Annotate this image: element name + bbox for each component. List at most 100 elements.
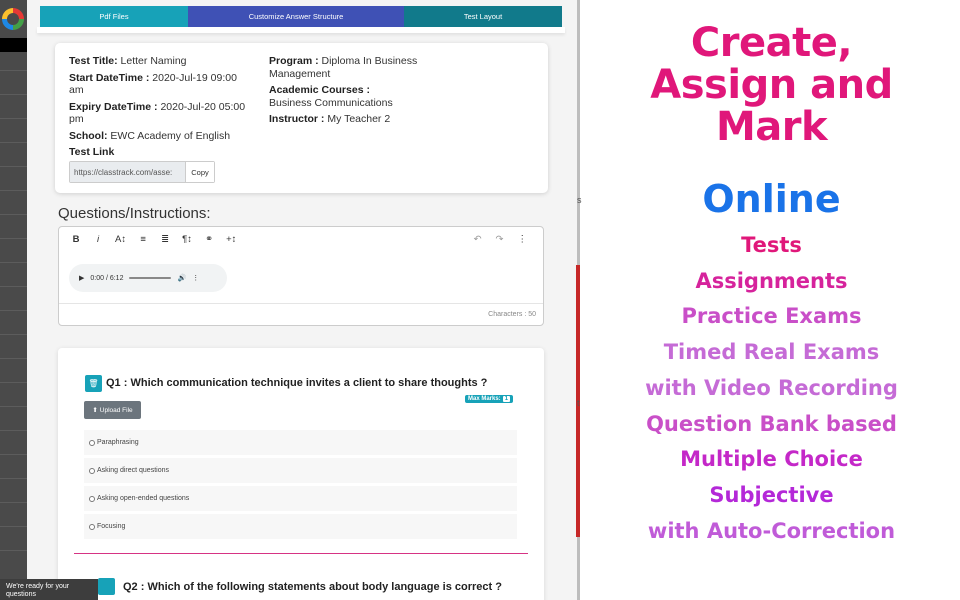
promo-item: Question Bank based <box>646 411 897 436</box>
test-title-value: Letter Naming <box>120 55 187 67</box>
promo-item: Multiple Choice <box>680 447 863 472</box>
questions-heading: Questions/Instructions: <box>58 205 211 222</box>
test-title-label: Test Title: <box>69 55 118 67</box>
redo-icon[interactable]: ↷ <box>496 234 504 245</box>
trash-icon[interactable]: 🗑 <box>85 375 102 392</box>
undo-icon[interactable]: ↶ <box>474 234 482 245</box>
program-row: Program : Diploma In Business Management <box>269 55 419 80</box>
school-row: School: EWC Academy of English <box>69 130 251 143</box>
font-size-button[interactable]: A↕ <box>115 234 126 245</box>
promo-item: Tests <box>741 233 802 257</box>
audio-player[interactable]: ▶ 0:00 / 6:12 🔊 ⋮ <box>69 264 227 292</box>
chat-widget-line2: questions <box>6 591 36 598</box>
promo-feature-list: Tests Assignments Practice Exams Timed R… <box>583 228 960 549</box>
expiry-datetime-label: Expiry DateTime : <box>69 100 158 113</box>
italic-button[interactable]: i <box>93 234 103 245</box>
option-paraphrasing[interactable]: Paraphrasing <box>84 430 517 455</box>
editor-toolbar: B i A↕ ≡ ≣ ¶↕ ⚭ +↕ <box>71 234 237 245</box>
classtrack-logo-icon[interactable] <box>2 8 24 30</box>
bold-button[interactable]: B <box>71 234 81 245</box>
start-datetime-label: Start DateTime : <box>69 71 150 84</box>
test-link-label: Test Link <box>69 146 115 158</box>
insert-more-button[interactable]: +↕ <box>226 234 236 245</box>
more-options-icon[interactable]: ⋮ <box>518 234 528 245</box>
promo-item: Timed Real Exams <box>663 340 880 365</box>
paragraph-format-button[interactable]: ¶↕ <box>182 234 192 245</box>
question-2-number: Q2 <box>123 580 138 593</box>
max-marks-label: Max Marks: <box>468 396 501 402</box>
radio-icon[interactable] <box>89 467 95 474</box>
promo-title: Create, Assign and Mark <box>583 22 960 148</box>
academic-courses-label: Academic Courses : <box>269 84 370 96</box>
edge-letter: t <box>577 398 580 408</box>
option-focusing[interactable]: Focusing <box>84 514 517 539</box>
test-info-left: Test Title: Letter Naming Start DateTime… <box>69 55 251 163</box>
question-title: Q1 : Which communication technique invit… <box>106 377 487 389</box>
tab-pdf-files[interactable]: Pdf Files <box>40 6 188 27</box>
play-icon[interactable]: ▶ <box>79 274 84 282</box>
option-label: Focusing <box>97 523 126 530</box>
question-2-title: Q2 : Which of the following statements a… <box>98 578 502 595</box>
radio-icon[interactable] <box>89 495 95 502</box>
list-button[interactable]: ≣ <box>160 234 170 245</box>
academic-courses-value: Business Communications <box>269 96 393 109</box>
question-card: 🗑 Q1 : Which communication technique inv… <box>58 348 544 600</box>
insert-link-button[interactable]: ⚭ <box>204 234 214 245</box>
academic-courses-row: Academic Courses : Business Communication… <box>269 84 419 109</box>
promo-title-line: Create, <box>690 20 853 66</box>
promo-online-heading: Online <box>702 177 841 221</box>
align-button[interactable]: ≡ <box>138 234 148 245</box>
volume-icon[interactable]: 🔊 <box>177 274 186 282</box>
test-link-box: https://classtrack.com/asse: Copy <box>69 161 215 183</box>
promo-item: Practice Exams <box>681 304 862 329</box>
instructor-value: My Teacher 2 <box>327 113 391 125</box>
test-info-right: Program : Diploma In Business Management… <box>269 55 419 130</box>
promo-item: Subjective <box>709 482 834 507</box>
promo-title-line: Assign and <box>650 62 893 108</box>
promo-panel: Create, Assign and Mark Online Tests Ass… <box>583 0 960 600</box>
instructor-row: Instructor : My Teacher 2 <box>269 113 419 126</box>
tabs-panel <box>37 27 565 33</box>
left-rail <box>0 0 27 600</box>
school-value: EWC Academy of English <box>110 129 231 142</box>
editor-toolbar-right: ↶ ↷ ⋮ <box>474 234 527 245</box>
promo-item: with Auto-Correction <box>647 518 896 543</box>
tab-customize-answer-structure[interactable]: Customize Answer Structure <box>188 6 404 27</box>
chat-widget-line1: We're ready for your <box>6 583 70 590</box>
rail-active-indicator <box>0 38 27 52</box>
test-editor-app: Pdf Files Customize Answer Structure Tes… <box>27 0 577 600</box>
upload-file-button[interactable]: ⬆ Upload File <box>84 401 141 419</box>
audio-more-icon[interactable]: ⋮ <box>192 274 199 282</box>
rail-dividers <box>0 70 27 574</box>
option-label: Paraphrasing <box>97 439 139 446</box>
tab-test-layout[interactable]: Test Layout <box>404 6 562 27</box>
radio-icon[interactable] <box>89 439 95 446</box>
question-text: : Which communication technique invites … <box>120 377 488 389</box>
audio-time: 0:00 / 6:12 <box>90 274 124 282</box>
start-datetime-row: Start DateTime : 2020-Jul-19 09:00 am <box>69 72 251 97</box>
chat-widget[interactable]: We're ready for your questions <box>0 579 98 600</box>
max-marks-value: 1 <box>502 396 511 402</box>
question-number: Q1 <box>106 377 121 389</box>
trash-icon[interactable] <box>98 578 115 595</box>
test-link-input[interactable]: https://classtrack.com/asse: <box>70 162 185 182</box>
test-info-card: Test Title: Letter Naming Start DateTime… <box>55 43 548 193</box>
editor-footer: Characters : 50 <box>59 303 543 325</box>
upload-file-label: Upload File <box>99 406 133 414</box>
tab-bar: Pdf Files Customize Answer Structure Tes… <box>40 6 562 27</box>
character-count: Characters : 50 <box>488 311 536 318</box>
test-link-row: Test Link <box>69 146 251 159</box>
option-asking-direct-questions[interactable]: Asking direct questions <box>84 458 517 483</box>
copy-link-button[interactable]: Copy <box>185 162 214 182</box>
question-2-body: : Which of the following statements abou… <box>137 580 502 593</box>
promo-item: with Video Recording <box>645 375 898 400</box>
question-2-text: Q2 : Which of the following statements a… <box>123 581 502 593</box>
option-asking-open-ended-questions[interactable]: Asking open-ended questions <box>84 486 517 511</box>
promo-item: Assignments <box>695 268 848 293</box>
radio-icon[interactable] <box>89 523 95 530</box>
question-divider <box>74 553 528 554</box>
school-label: School: <box>69 129 108 142</box>
program-label: Program : <box>269 55 319 67</box>
instructions-editor[interactable]: B i A↕ ≡ ≣ ¶↕ ⚭ +↕ ↶ ↷ ⋮ ▶ 0:00 / 6:12 🔊… <box>58 226 544 326</box>
audio-progress-bar[interactable] <box>129 277 172 279</box>
